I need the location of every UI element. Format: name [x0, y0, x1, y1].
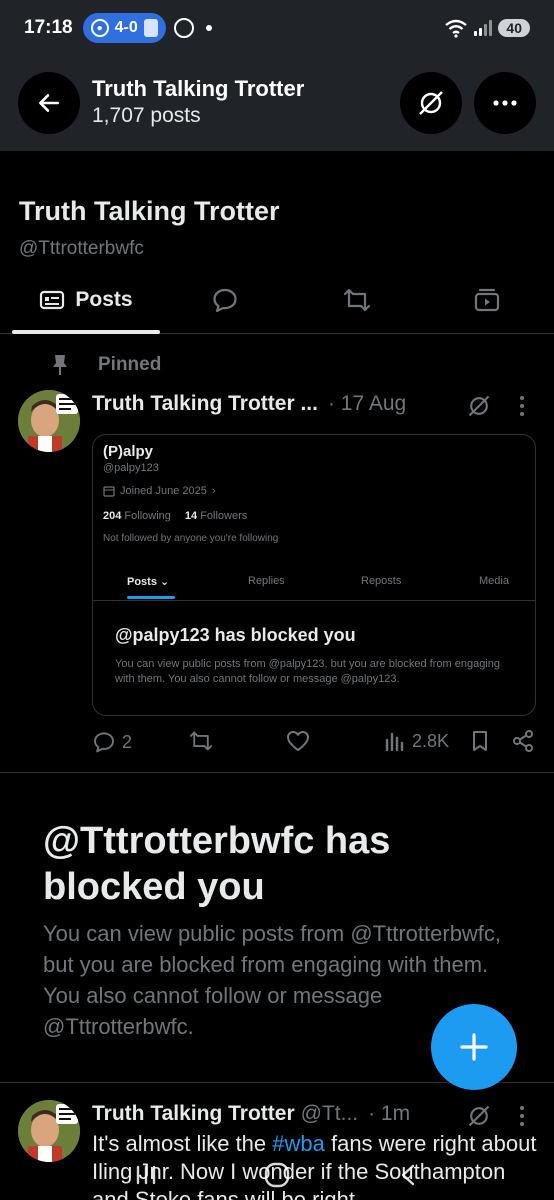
- system-navigation-bar: [0, 1150, 554, 1200]
- signal-icon: [474, 20, 493, 36]
- system-back-button[interactable]: [388, 1155, 428, 1195]
- grok-button[interactable]: [400, 72, 462, 134]
- tweet-actions: 2 2.8K: [92, 730, 536, 760]
- embed-blocked-title: @palpy123 has blocked you: [115, 625, 356, 645]
- divider: [0, 772, 554, 773]
- embed-tab-posts: Posts ⌄: [127, 576, 170, 588]
- embed-tab-reposts: Reposts: [361, 575, 402, 587]
- notification-dot-icon: [205, 25, 212, 31]
- reply-icon: [94, 732, 114, 753]
- profile-name: Truth Talking Trotter: [19, 196, 280, 226]
- tab-posts-label: Posts: [75, 288, 133, 311]
- chevron-down-icon: ⌄: [160, 576, 170, 588]
- wifi-icon: [445, 19, 468, 38]
- football-icon: ●: [90, 19, 109, 37]
- views-icon: [385, 732, 404, 752]
- header-title: Truth Talking Trotter: [92, 76, 305, 101]
- avatar-image: [18, 390, 80, 452]
- chevron-right-icon: ›: [211, 485, 216, 497]
- whatsapp-icon: [173, 18, 194, 38]
- tweet-author-name[interactable]: Truth Talking Trotter ...: [92, 392, 318, 416]
- embed-profile-handle: @palpy123: [103, 462, 159, 474]
- reply-count: 2: [122, 731, 133, 752]
- repost-button[interactable]: [188, 730, 214, 752]
- bookmark-button[interactable]: [470, 730, 490, 752]
- pinned-tweet-header: Truth Talking Trotter ... · 17 Aug: [92, 392, 406, 416]
- reposts-icon: [343, 288, 371, 312]
- reply-button[interactable]: 2: [92, 730, 132, 754]
- tweet-more-icon[interactable]: [518, 1105, 526, 1127]
- share-icon: [513, 730, 533, 752]
- more-options-button[interactable]: [474, 72, 536, 134]
- grok-icon[interactable]: [466, 393, 492, 419]
- status-time: 17:18: [24, 17, 73, 38]
- grok-icon: [419, 91, 443, 115]
- score-text: 4-0: [114, 19, 138, 36]
- tab-reposts[interactable]: [322, 268, 392, 332]
- back-button[interactable]: [18, 72, 80, 134]
- embed-tabs: Posts ⌄ Replies Reposts Media: [93, 569, 535, 601]
- bookmark-icon: [473, 731, 487, 751]
- chevron-left-icon: [402, 1164, 415, 1186]
- views-count: 2.8K: [412, 730, 450, 751]
- plus-icon: [460, 1033, 488, 1061]
- active-tab-indicator: [12, 330, 160, 334]
- compose-button[interactable]: [431, 1004, 517, 1090]
- heart-icon: [287, 731, 309, 751]
- tweet-author-handle[interactable]: @Tt...: [301, 1102, 358, 1126]
- embedded-screenshot[interactable]: (P)alpy @palpy123 Joined June 2025 › 204…: [92, 434, 536, 716]
- tab-media[interactable]: [452, 268, 522, 332]
- status-bar: 17:18 ● 4-0 40: [0, 0, 554, 56]
- pinned-label: Pinned: [98, 354, 162, 375]
- embed-following-count: 204: [103, 510, 122, 522]
- profile-header-bar: Truth Talking Trotter 1,707 posts: [0, 56, 554, 151]
- embed-followers-label: Followers: [200, 510, 248, 522]
- embed-follow-counts: 204 Following 14 Followers: [103, 510, 247, 522]
- home-icon: [264, 1162, 290, 1188]
- embed-not-followed: Not followed by anyone you're following: [103, 533, 279, 544]
- replies-icon: [213, 288, 237, 313]
- embed-profile-name: (P)alpy: [103, 443, 154, 460]
- back-arrow-icon: [39, 94, 59, 112]
- header-post-count: 1,707 posts: [92, 104, 201, 127]
- battery-icon: 40: [498, 19, 530, 37]
- pinned-indicator: Pinned: [50, 353, 161, 377]
- avatar[interactable]: [18, 390, 80, 452]
- embed-joined-text: Joined June 2025: [120, 485, 207, 497]
- embed-tab-replies: Replies: [248, 575, 285, 587]
- views-button[interactable]: 2.8K: [384, 730, 449, 752]
- media-icon: [474, 288, 500, 312]
- grok-icon[interactable]: [466, 1103, 492, 1129]
- team-crest-icon: [143, 19, 158, 37]
- like-button[interactable]: [286, 730, 310, 752]
- tweet-timestamp[interactable]: · 17 Aug: [328, 392, 406, 416]
- embed-followers-count: 14: [184, 510, 198, 522]
- recent-apps-icon: [136, 1165, 155, 1185]
- profile-handle: @Tttrotterbwfc: [19, 238, 144, 259]
- repost-icon: [189, 731, 213, 751]
- tweet-timestamp[interactable]: · 1m: [368, 1102, 410, 1126]
- blocked-notice-title: @Tttrotterbwfc has blocked you: [43, 820, 391, 908]
- profile-tabs: Posts: [0, 268, 554, 334]
- embed-active-tab-indicator: [127, 596, 175, 599]
- tweet-author-name[interactable]: Truth Talking Trotter: [92, 1102, 295, 1126]
- share-button[interactable]: [512, 730, 534, 752]
- embed-following-label: Following: [124, 510, 171, 522]
- recent-apps-button[interactable]: [126, 1155, 166, 1195]
- tab-posts[interactable]: Posts: [12, 268, 160, 332]
- score-notification-pill[interactable]: ● 4-0: [82, 13, 166, 43]
- pin-icon: [53, 355, 67, 375]
- more-icon: [493, 100, 517, 106]
- posts-icon: [40, 290, 65, 310]
- tweet-more-icon[interactable]: [518, 395, 526, 417]
- tweet-header: Truth Talking Trotter @Tt... · 1m: [92, 1102, 410, 1126]
- embed-joined: Joined June 2025 ›: [103, 485, 216, 497]
- embed-blocked-body: You can view public posts from @palpy123…: [115, 658, 500, 685]
- embed-tab-media: Media: [479, 575, 509, 587]
- home-button[interactable]: [257, 1155, 297, 1195]
- tab-replies[interactable]: [190, 268, 260, 332]
- calendar-icon: [103, 486, 115, 497]
